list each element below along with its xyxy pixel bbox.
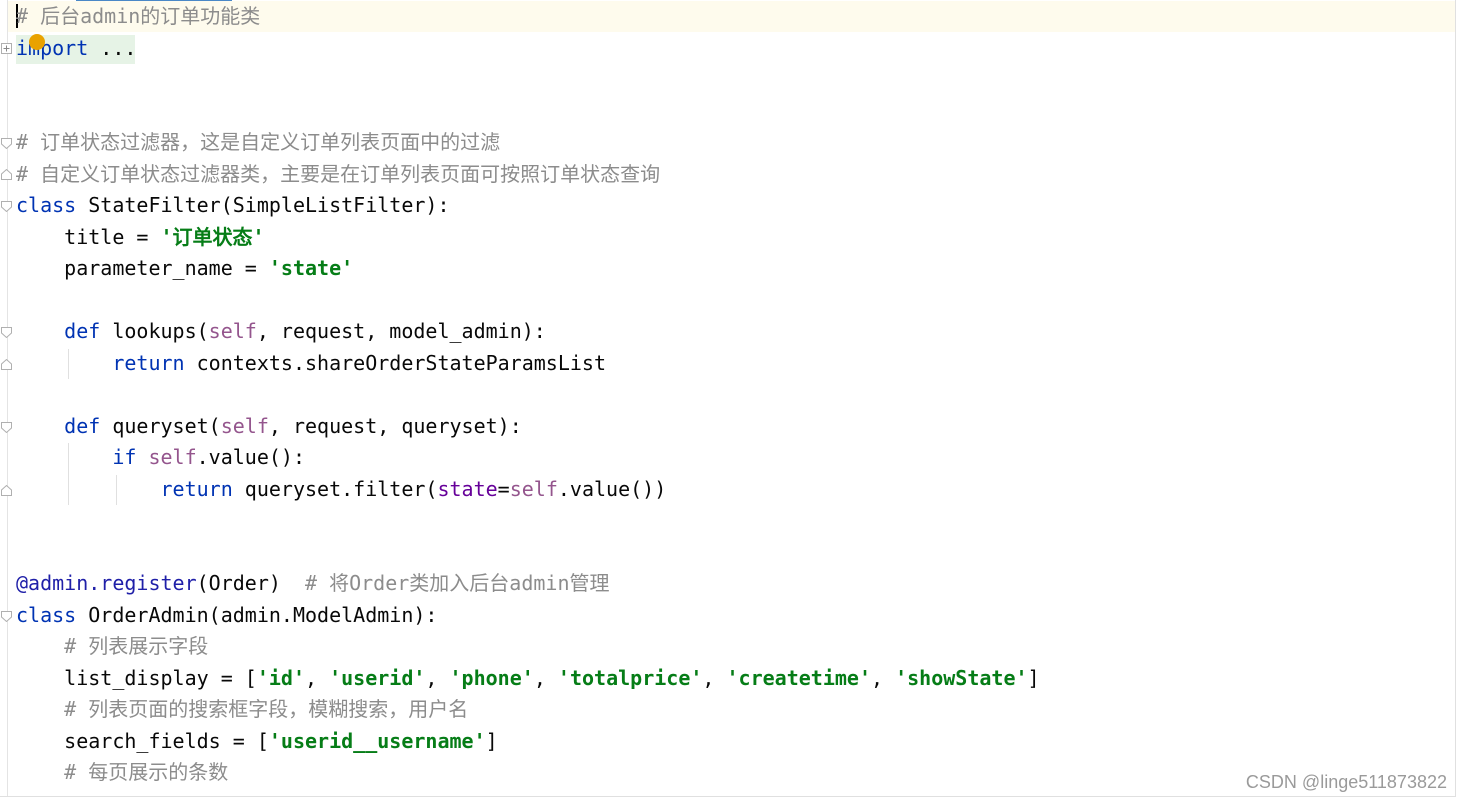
string-literal: 'showState' — [895, 666, 1028, 690]
folded-text: ... — [88, 36, 137, 60]
self-keyword: self — [509, 477, 558, 501]
class-declaration: StateFilter(SimpleListFilter): — [76, 193, 450, 217]
comment: # 自定义订单状态过滤器类，主要是在订单列表页面可按照订单状态查询 — [16, 162, 661, 186]
bracket: ] — [1027, 666, 1040, 690]
intention-bulb-icon[interactable] — [29, 34, 45, 50]
expression: queryset.filter( — [232, 477, 438, 501]
parameters: , request, queryset): — [268, 414, 522, 438]
decorator-args: (Order) — [196, 571, 281, 595]
assignment: parameter_name = — [64, 256, 269, 280]
self-keyword: self — [208, 319, 257, 343]
string-literal: 'createtime' — [726, 666, 872, 690]
fold-start-icon[interactable] — [1, 201, 12, 212]
expression: .value(): — [196, 445, 306, 469]
keyword: if — [112, 445, 137, 469]
fold-end-icon[interactable] — [1, 169, 12, 180]
keyword: def — [64, 414, 101, 438]
keyword: import — [16, 36, 89, 60]
code-line[interactable]: return queryset.filter(state=self.value(… — [16, 474, 667, 505]
self-keyword: self — [148, 445, 197, 469]
separator: , — [533, 666, 558, 690]
gutter-divider — [7, 0, 8, 796]
decorator: @admin.register — [16, 571, 197, 595]
code-line[interactable]: parameter_name = 'state' — [16, 253, 353, 284]
code-line[interactable]: return contexts.shareOrderStateParamsLis… — [16, 348, 606, 379]
expression: .value()) — [557, 477, 667, 501]
string-literal: 'state' — [268, 256, 354, 280]
comment: # 后台admin的订单功能类 — [16, 4, 261, 28]
comment: # 将Order类加入后台admin管理 — [280, 571, 610, 595]
string-literal: 'phone' — [449, 666, 534, 690]
code-line[interactable]: # 自定义订单状态过滤器类，主要是在订单列表页面可按照订单状态查询 — [16, 159, 660, 190]
keyword: class — [16, 193, 77, 217]
self-keyword: self — [220, 414, 269, 438]
code-line[interactable]: search_fields = ['userid__username'] — [16, 726, 498, 757]
code-line[interactable]: # 列表展示字段 — [16, 631, 208, 662]
separator: , — [871, 666, 896, 690]
string-literal: 'userid__username' — [268, 729, 486, 753]
fold-end-icon[interactable] — [1, 485, 12, 496]
keyword: def — [64, 319, 101, 343]
expression: contexts.shareOrderStateParamsList — [184, 351, 607, 375]
fold-end-icon[interactable] — [1, 359, 12, 370]
keyword: return — [112, 351, 185, 375]
string-literal: 'userid' — [329, 666, 426, 690]
function-name: queryset( — [100, 414, 221, 438]
comment: # 每页展示的条数 — [64, 760, 229, 784]
code-line[interactable]: title = '订单状态' — [16, 222, 265, 253]
separator: , — [702, 666, 727, 690]
fold-expand-icon[interactable] — [1, 43, 12, 54]
code-line[interactable]: class OrderAdmin(admin.ModelAdmin): — [16, 600, 437, 631]
comment: # 列表页面的搜索框字段，模糊搜索，用户名 — [64, 697, 469, 721]
string-literal: 'totalprice' — [557, 666, 703, 690]
comment: # 订单状态过滤器，这是自定义订单列表页面中的过滤 — [16, 130, 501, 154]
code-line[interactable]: list_display = ['id', 'userid', 'phone',… — [16, 663, 1040, 694]
code-editor[interactable]: # 后台admin的订单功能类 import ... # 订单状态过滤器，这是自… — [0, 0, 1456, 797]
fold-start-icon[interactable] — [1, 138, 12, 149]
assignment: title = — [64, 225, 161, 249]
code-line[interactable]: # 列表页面的搜索框字段，模糊搜索，用户名 — [16, 694, 468, 725]
code-line[interactable]: def queryset(self, request, queryset): — [16, 411, 522, 442]
code-line[interactable]: # 每页展示的条数 — [16, 757, 228, 788]
keyword: return — [160, 477, 233, 501]
code-line[interactable]: class StateFilter(SimpleListFilter): — [16, 190, 450, 221]
separator: , — [305, 666, 330, 690]
bracket: ] — [485, 729, 498, 753]
parameters: , request, model_admin): — [256, 319, 546, 343]
code-line[interactable]: # 后台admin的订单功能类 — [16, 1, 260, 32]
fold-start-icon[interactable] — [1, 422, 12, 433]
comment: # 列表展示字段 — [64, 634, 209, 658]
fold-start-icon[interactable] — [1, 327, 12, 338]
class-declaration: OrderAdmin(admin.ModelAdmin): — [76, 603, 438, 627]
code-line[interactable]: if self.value(): — [16, 442, 305, 473]
fold-start-icon[interactable] — [1, 611, 12, 622]
separator: , — [425, 666, 450, 690]
code-line[interactable]: @admin.register(Order) # 将Order类加入后台admi… — [16, 568, 610, 599]
keyword-argument: state — [437, 477, 498, 501]
watermark: CSDN @linge511873822 — [1245, 772, 1447, 792]
code-line[interactable]: def lookups(self, request, model_admin): — [16, 316, 546, 347]
assignment: search_fields = [ — [64, 729, 269, 753]
keyword: class — [16, 603, 77, 627]
function-name: lookups( — [100, 319, 209, 343]
operator: = — [497, 477, 510, 501]
string-literal: 'id' — [256, 666, 305, 690]
string-literal: '订单状态' — [160, 225, 265, 249]
assignment: list_display = [ — [64, 666, 257, 690]
code-line[interactable]: # 订单状态过滤器，这是自定义订单列表页面中的过滤 — [16, 127, 500, 158]
